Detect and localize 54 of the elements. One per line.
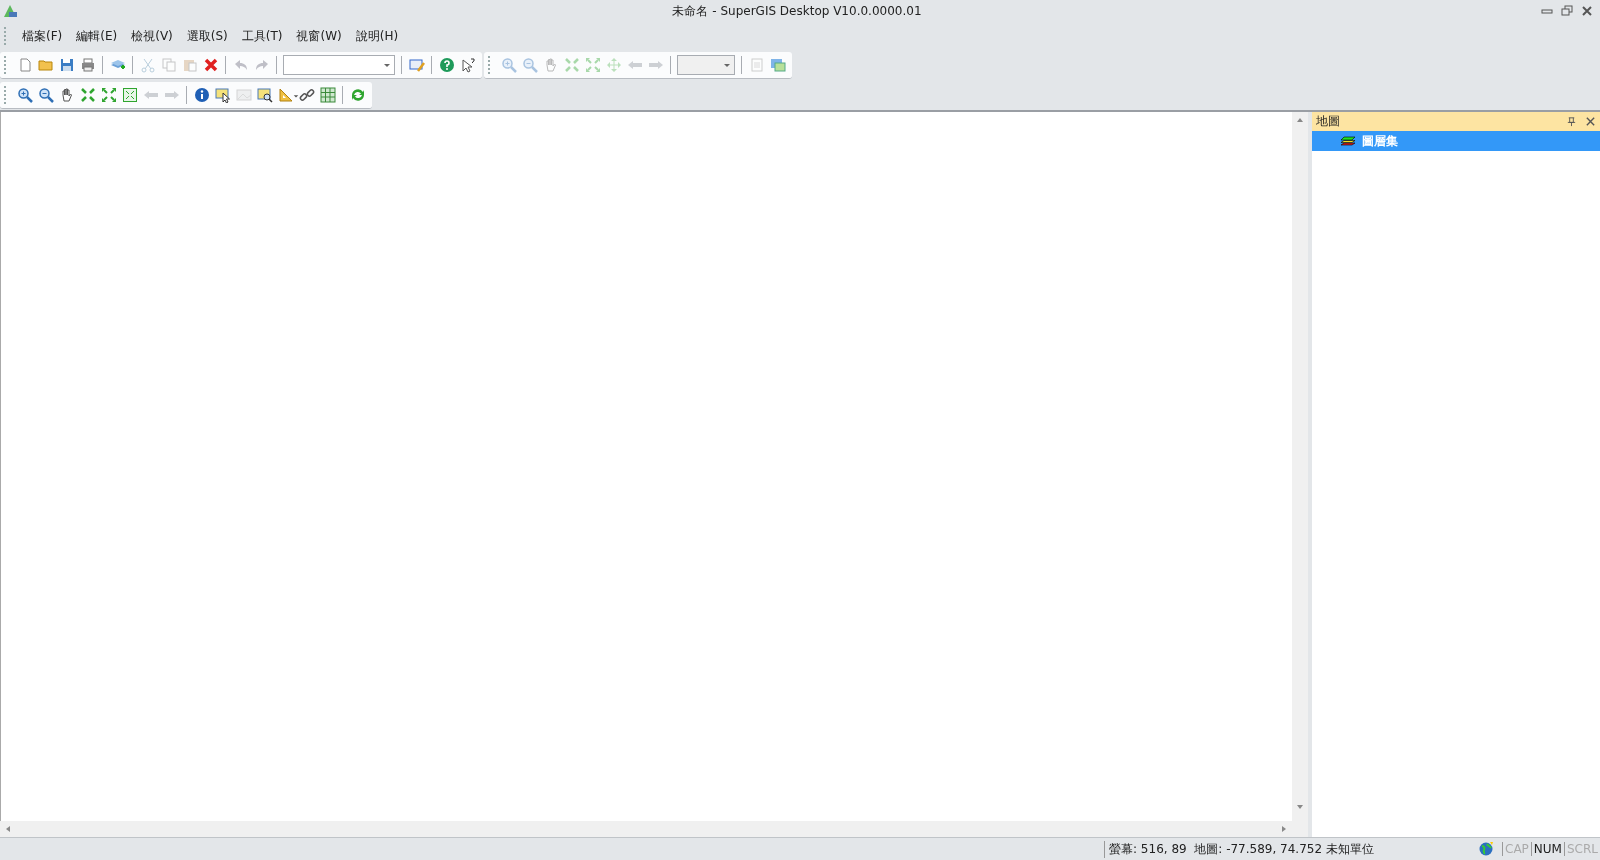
map-image-icon	[769, 56, 786, 73]
key-indicator: SCRL	[1563, 842, 1600, 856]
grid-icon	[319, 86, 336, 103]
extent-box-icon	[121, 86, 138, 103]
move-icon	[605, 56, 622, 73]
scroll-left-icon[interactable]	[4, 825, 12, 833]
info-icon	[193, 86, 210, 103]
select-cursor-icon	[214, 86, 231, 103]
image-icon	[235, 86, 252, 103]
horizontal-scrollbar[interactable]	[0, 821, 1292, 837]
copy-icon	[160, 56, 177, 73]
zoom-out-icon	[521, 56, 538, 73]
key-indicator: NUM	[1530, 842, 1564, 856]
arrows-out-icon	[100, 86, 117, 103]
close-icon[interactable]	[1580, 4, 1594, 18]
menu-item[interactable]: 編輯(E)	[70, 24, 124, 48]
close-icon[interactable]	[1585, 116, 1596, 127]
pin-icon[interactable]	[1566, 116, 1577, 127]
globe-icon	[1478, 841, 1494, 857]
scroll-right-icon[interactable]	[1280, 825, 1288, 833]
panel-title: 地圖	[1316, 113, 1341, 130]
scroll-down-icon[interactable]	[1296, 803, 1304, 811]
printer-icon	[79, 56, 96, 73]
layers-icon	[1340, 135, 1356, 147]
scissors-icon	[139, 56, 156, 73]
refresh-icon	[349, 86, 366, 103]
arrows-in-icon	[563, 56, 580, 73]
help-icon	[438, 56, 455, 73]
arrows-out-icon	[584, 56, 601, 73]
zoom-in-icon	[500, 56, 517, 73]
scroll-up-icon[interactable]	[1296, 116, 1304, 124]
menu-item[interactable]: 選取(S)	[180, 24, 234, 48]
menu-item[interactable]: 檢視(V)	[125, 24, 179, 48]
coordinates-text: 螢幕: 516, 89 地圖: -77.589, 74.752 未知單位	[1104, 840, 1470, 858]
key-indicator: CAP	[1502, 842, 1531, 856]
page-icon	[748, 56, 765, 73]
menu-item[interactable]: 工具(T)	[235, 24, 289, 48]
image-search-icon	[256, 86, 273, 103]
ruler-icon	[277, 86, 294, 103]
delete-icon	[202, 56, 219, 73]
combo-box[interactable]	[283, 54, 395, 75]
zoom-out-icon	[37, 86, 54, 103]
arrows-in-icon	[79, 86, 96, 103]
link-icon	[298, 86, 315, 103]
window-title: 未命名 - SuperGIS Desktop V10.0.0000.01	[672, 2, 922, 20]
pointer-question-icon	[459, 56, 476, 73]
restore-icon[interactable]	[1560, 4, 1574, 18]
menu-item[interactable]: 說明(H)	[349, 24, 405, 48]
save-icon	[58, 56, 75, 73]
menu-item[interactable]: 視窗(W)	[290, 24, 348, 48]
menu-item[interactable]: 檔案(F)	[16, 24, 69, 48]
vertical-scrollbar[interactable]	[1292, 112, 1308, 837]
python-edit-icon	[408, 56, 425, 73]
zoom-in-icon	[16, 86, 33, 103]
